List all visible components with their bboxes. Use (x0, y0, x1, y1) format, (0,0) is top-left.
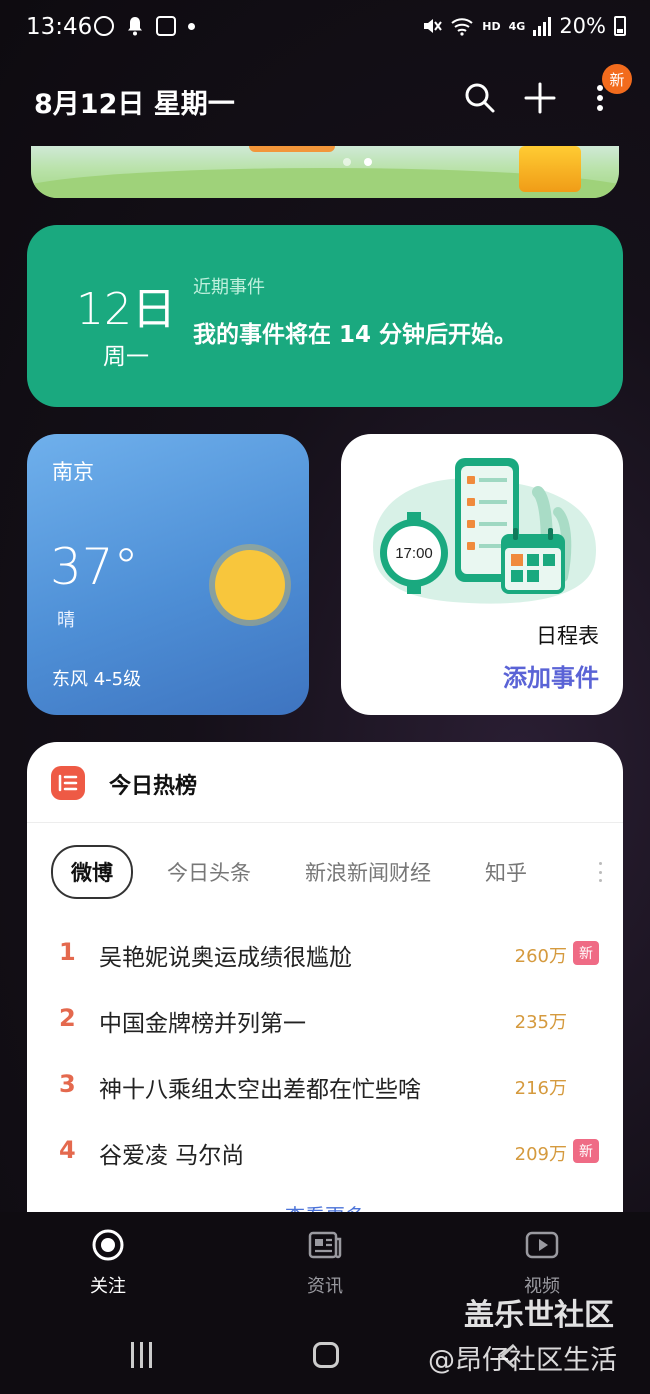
more-button[interactable]: 新 (580, 64, 632, 118)
banner-page-dot (343, 158, 351, 166)
watch-time: 17:00 (395, 545, 433, 562)
header-actions: 新 (460, 64, 632, 118)
weather-condition: 晴 (57, 610, 75, 631)
tab-weibo[interactable]: 微博 (51, 845, 133, 899)
item-count: 235万 (514, 1012, 567, 1033)
status-system-icons: HD 4G 20% (422, 14, 626, 38)
target-icon (91, 1228, 125, 1262)
weather-city: 南京 (52, 460, 94, 484)
event-text: 我的事件将在 14 分钟后开始。 (193, 322, 518, 348)
nav-follow-label: 关注 (90, 1276, 126, 1297)
schedule-widget[interactable]: 17:00 日程表 添加事件 (341, 434, 623, 715)
nav-follow[interactable]: 关注 (48, 1228, 168, 1298)
tab-zhihu[interactable]: 知乎 (485, 857, 527, 887)
upcoming-event-card[interactable]: 12日 周一 近期事件 我的事件将在 14 分钟后开始。 (27, 225, 623, 407)
sun-icon (215, 550, 285, 620)
new-badge: 新 (573, 1139, 599, 1163)
item-title: 吴艳妮说奥运成绩很尴尬 (99, 945, 352, 971)
list-item[interactable]: 3 神十八乘组太空出差都在忙些啥 216万 (27, 1058, 623, 1124)
play-icon (525, 1228, 559, 1262)
mute-icon (424, 19, 443, 33)
weather-wind: 东风 4-5级 (52, 669, 142, 690)
hot-list: 1 吴艳妮说奥运成绩很尴尬 260万 新 2 中国金牌榜并列第一 235万 3 … (27, 926, 623, 1190)
bell-icon (128, 17, 142, 36)
home-button[interactable] (313, 1342, 339, 1368)
watermark-author: @昂仔社区生活 (428, 1345, 617, 1376)
list-item[interactable]: 4 谷爱凌 马尔尚 209万 新 (27, 1124, 623, 1190)
page-title-date: 8月12日 星期一 (34, 89, 235, 120)
more-notifications-dot (188, 22, 195, 30)
list-item[interactable]: 1 吴艳妮说奥运成绩很尴尬 260万 新 (27, 926, 623, 992)
tabs-more-icon[interactable] (599, 862, 603, 882)
search-button[interactable] (460, 78, 500, 118)
weather-temperature: 37° (50, 538, 139, 596)
new-badge: 新 (602, 64, 632, 94)
item-count: 209万 (514, 1144, 567, 1165)
divider (27, 822, 623, 823)
gift-box-image (519, 146, 581, 192)
item-rank: 1 (59, 938, 76, 966)
nav-video[interactable]: 视频 (482, 1228, 602, 1298)
hot-list-icon (51, 766, 85, 800)
wifi-icon (451, 18, 473, 36)
clock-app-icon (94, 16, 114, 36)
more-icon (597, 85, 603, 111)
news-icon (308, 1228, 342, 1262)
search-icon (465, 83, 495, 113)
add-button[interactable] (520, 78, 560, 118)
add-icon (524, 82, 556, 114)
schedule-title: 日程表 (536, 624, 599, 648)
hot-list-tabs: 微博 今日头条 新浪新闻财经 知乎 (51, 845, 611, 899)
item-title: 谷爱凌 马尔尚 (99, 1143, 245, 1169)
event-weekday: 周一 (103, 344, 149, 370)
tab-toutiao[interactable]: 今日头条 (167, 857, 251, 887)
signal-icon (533, 16, 552, 36)
tab-sina-finance[interactable]: 新浪新闻财经 (305, 857, 431, 887)
add-event-link[interactable]: 添加事件 (503, 658, 599, 693)
battery-percent: 20% (559, 14, 606, 38)
item-count: 216万 (514, 1078, 567, 1099)
hot-list-widget: 今日热榜 微博 今日头条 新浪新闻财经 知乎 1 吴艳妮说奥运成绩很尴尬 260… (27, 742, 623, 1212)
item-rank: 2 (59, 1004, 76, 1032)
item-rank: 4 (59, 1136, 76, 1164)
top-header: 8月12日 星期一 新 (0, 64, 650, 130)
list-item[interactable]: 2 中国金牌榜并列第一 235万 (27, 992, 623, 1058)
recent-apps-button[interactable] (131, 1342, 152, 1368)
watermark-title: 盖乐世社区 (464, 1298, 614, 1333)
hd-label: HD (482, 19, 501, 33)
event-day: 12日 (76, 284, 176, 335)
status-time: 13:46 (26, 14, 93, 40)
network-type-label: 4G (508, 19, 526, 33)
battery-icon (614, 16, 626, 36)
banner-page-dot-active (364, 158, 372, 166)
promo-banner[interactable] (31, 146, 619, 198)
nav-news[interactable]: 资讯 (265, 1228, 385, 1298)
item-title: 中国金牌榜并列第一 (99, 1011, 306, 1037)
status-bar: 13:46 HD 4G 20% (0, 0, 650, 60)
status-notification-icons (94, 16, 195, 36)
item-rank: 3 (59, 1070, 76, 1098)
hot-list-title: 今日热榜 (109, 774, 198, 799)
schedule-illustration: 17:00 (373, 458, 597, 604)
item-title: 神十八乘组太空出差都在忙些啥 (99, 1077, 421, 1103)
new-badge: 新 (573, 941, 599, 965)
event-label: 近期事件 (193, 277, 265, 298)
gallery-icon (156, 16, 176, 36)
weather-widget[interactable]: 南京 37° 晴 东风 4-5级 (27, 434, 309, 715)
banner-button-edge (249, 146, 335, 152)
item-count: 260万 (514, 946, 567, 967)
nav-news-label: 资讯 (307, 1276, 343, 1297)
view-more-link[interactable]: 查看更多 (27, 1200, 623, 1212)
